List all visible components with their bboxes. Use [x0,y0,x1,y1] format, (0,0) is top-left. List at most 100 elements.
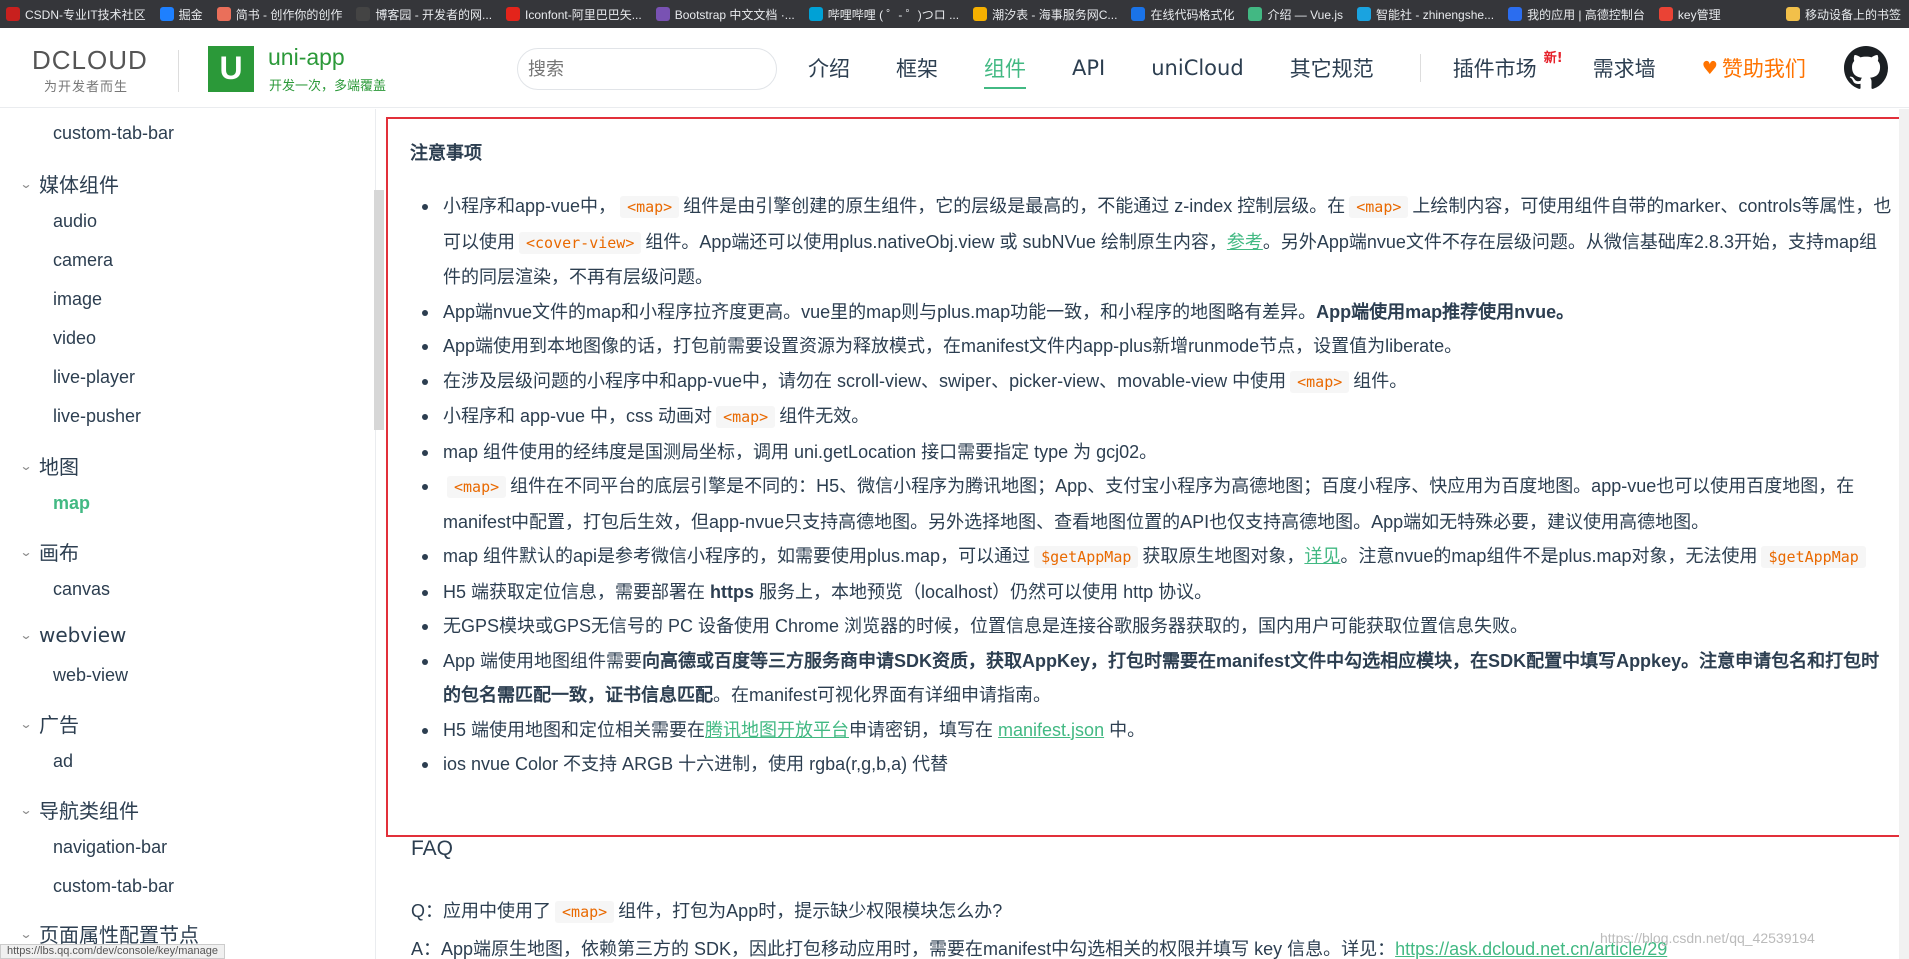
bookmark-item[interactable]: 移动设备上的书签 [1780,0,1909,28]
nav-wishes[interactable]: 需求墙 [1593,53,1656,83]
list-item: ios nvue Color 不支持 ARGB 十六进制，使用 rgba(r,g… [413,747,1893,782]
nav-components[interactable]: 组件 [984,53,1026,89]
sidebar-item-custom-tab-bar-2[interactable]: custom-tab-bar [53,876,174,897]
nav-intro[interactable]: 介绍 [808,53,850,83]
github-icon[interactable] [1844,46,1888,90]
code-inline: $getAppMap [1761,546,1866,568]
main-content: 注意事项 小程序和app-vue中， <map> 组件是由引擎创建的原生组件，它的层… [386,109,1909,959]
bookmark-item[interactable]: 掘金 [154,0,211,28]
list-item: <map> 组件在不同平台的底层引擎是不同的：H5、微信小程序为腾讯地图；App、… [413,469,1893,539]
bookmark-favicon-icon [1248,7,1263,21]
search-input[interactable] [517,48,777,90]
sidebar-item-ad[interactable]: ad [53,751,73,772]
uni-app-title[interactable]: uni-app [268,44,345,71]
sidebar-group-webview[interactable]: ⌄ webview [19,623,126,647]
dcloud-logo[interactable]: DCLOUD 为开发者而生 [32,46,157,95]
bookmark-label: 哔哩哔哩 ( ゜- ゜)つロ ... [827,7,960,22]
sidebar-item-live-pusher[interactable]: live-pusher [53,406,141,427]
code-inline: <map> [716,406,776,428]
sidebar-group-media[interactable]: ⌄ 媒体组件 [19,169,119,198]
reference-link[interactable]: 参考 [1227,232,1263,252]
code-inline: <map> [447,476,507,498]
sidebar-item-custom-tab-bar[interactable]: custom-tab-bar [53,123,174,144]
sidebar-group-map[interactable]: ⌄ 地图 [19,451,79,480]
list-item: App端nvue文件的map和小程序拉齐度更高。vue里的map则与plus.m… [413,295,1893,330]
chevron-down-icon: ⌄ [19,802,33,817]
new-badge: 新! [1543,51,1563,66]
list-item: map 组件使用的经纬度是国测局坐标，调用 uni.getLocation 接口… [413,435,1893,470]
sidebar-item-web-view[interactable]: web-view [53,665,128,686]
heart-icon: ♥ [1701,57,1718,79]
bookmark-item[interactable]: 智能社 - zhinengshe... [1351,0,1502,28]
status-bar-url: https://lbs.qq.com/dev/console/key/manag… [0,944,225,959]
chevron-down-icon: ⌄ [19,926,33,941]
bookmarks-bar: CSDN-专业IT技术社区 掘金 简书 - 创作你的创作 博客园 - 开发者的网...… [0,0,1909,28]
nav-unicloud[interactable]: uniCloud [1151,56,1243,80]
chevron-down-icon: ⌄ [19,176,33,191]
bookmark-item[interactable]: 潮汐表 - 海事服务网C... [967,0,1125,28]
list-item: map 组件默认的api是参考微信小程序的，如需要使用plus.map，可以通过… [413,539,1893,575]
chevron-down-icon: ⌄ [19,628,33,642]
sidebar-item-navigation-bar[interactable]: navigation-bar [53,837,167,858]
bookmark-item[interactable]: 哔哩哔哩 ( ゜- ゜)つロ ... [803,0,967,28]
tencent-map-platform-link[interactable]: 腾讯地图开放平台 [705,720,849,740]
content-scrollbar[interactable] [1899,109,1909,959]
sidebar-item-canvas[interactable]: canvas [53,579,110,600]
sponsor-link[interactable]: ♥ 赞助我们 [1702,53,1806,83]
site-header: DCLOUD 为开发者而生 U uni-app 开发一次，多端覆盖 介绍 框架 … [0,28,1909,108]
code-inline: <map> [1290,370,1350,393]
nav-framework[interactable]: 框架 [896,53,938,83]
bookmark-label: 博客园 - 开发者的网... [375,7,493,22]
bookmark-label: Bootstrap 中文文档 ·... [674,7,795,22]
bookmark-favicon-icon [356,7,371,21]
bookmark-favicon-icon [1785,7,1800,21]
sidebar-group-ad[interactable]: ⌄ 广告 [19,709,79,738]
header-divider [178,50,179,92]
list-item: 在涉及层级问题的小程序中和app-vue中，请勿在 scroll-view、sw… [413,364,1893,400]
bookmark-label: 掘金 [178,7,203,22]
sidebar-item-image[interactable]: image [53,289,102,310]
chevron-down-icon: ⌄ [19,716,33,731]
bookmark-item[interactable]: 在线代码格式化 [1125,0,1242,28]
list-item: H5 端使用地图和定位相关需要在腾讯地图开放平台申请密钥，填写在 manifes… [413,713,1893,748]
sidebar-item-camera[interactable]: camera [53,250,113,271]
notice-highlight-box: 注意事项 小程序和app-vue中， <map> 组件是由引擎创建的原生组件，它的层… [386,117,1901,837]
list-item: H5 端获取定位信息，需要部署在 https 服务上，本地预览（localhos… [413,575,1893,610]
sidebar-item-live-player[interactable]: live-player [53,367,135,388]
bookmark-item[interactable]: Iconfont-阿里巴巴矢... [500,0,650,28]
sidebar-group-navigation[interactable]: ⌄ 导航类组件 [19,795,139,824]
nav-plugin-market[interactable]: 插件市场 新! [1452,51,1563,83]
sidebar-group-canvas[interactable]: ⌄ 画布 [19,537,79,566]
manifest-json-link[interactable]: manifest.json [998,720,1104,740]
chevron-down-icon: ⌄ [19,458,33,473]
sidebar-item-video[interactable]: video [53,328,96,349]
top-nav: 介绍 框架 组件 API uniCloud 其它规范 插件市场 新! 需求墙 ♥… [808,28,1806,108]
list-item: App 端使用地图组件需要向高德或百度等三方服务商申请SDK资质，获取AppKe… [413,644,1893,713]
bookmark-item[interactable]: Bootstrap 中文文档 ·... [650,0,803,28]
uni-app-logo-icon[interactable]: U [208,46,254,92]
bookmark-item[interactable]: CSDN-专业IT技术社区 [0,0,154,28]
bookmark-favicon-icon [506,7,521,21]
notice-list: 小程序和app-vue中， <map> 组件是由引擎创建的原生组件，它的层级是最高的… [413,189,1893,782]
sidebar-item-map[interactable]: map [53,493,90,514]
nav-plugin-market-label: 插件市场 [1452,57,1537,81]
bookmark-item[interactable]: 介绍 — Vue.js [1242,0,1351,28]
sidebar-item-audio[interactable]: audio [53,211,97,232]
bookmark-favicon-icon [1508,7,1523,21]
nav-api[interactable]: API [1072,56,1105,80]
bookmark-label: 潮汐表 - 海事服务网C... [992,7,1118,22]
bookmark-item[interactable]: 博客园 - 开发者的网... [350,0,500,28]
details-link[interactable]: 详见 [1304,546,1340,566]
nav-divider [1419,54,1421,82]
bookmark-item[interactable]: 我的应用 | 高德控制台 [1502,0,1653,28]
bookmark-item[interactable]: 简书 - 创作你的创作 [211,0,351,28]
sidebar-group-label: 媒体组件 [39,173,119,197]
watermark: https://blog.csdn.net/qq_42539194 [1600,930,1815,946]
bookmark-favicon-icon [1658,7,1673,21]
sidebar-scrollbar[interactable] [374,190,384,430]
notice-title: 注意事项 [410,143,482,164]
code-inline: <map> [555,901,615,923]
bookmark-item[interactable]: key管理 [1653,0,1729,28]
nav-other-specs[interactable]: 其它规范 [1290,53,1374,83]
sponsor-label: 赞助我们 [1721,57,1806,81]
